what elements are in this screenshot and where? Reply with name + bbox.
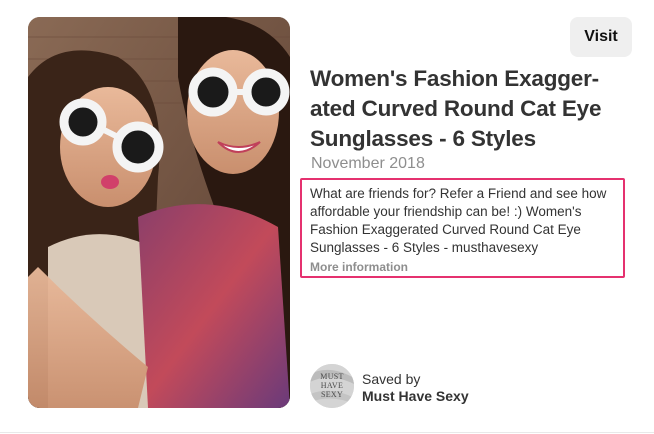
pin-description-line: What are friends for? Refer a Friend and… — [310, 186, 607, 201]
avatar-logo-line: HAVE — [320, 381, 344, 390]
pin-description: What are friends for? Refer a Friend and… — [310, 185, 630, 257]
visit-button[interactable]: Visit — [570, 17, 632, 57]
pin-title-line: Women's Fashion Exagger- — [310, 66, 599, 91]
pin-title: Women's Fashion Exagger- ated Curved Rou… — [310, 64, 630, 154]
avatar-logo-line: SEXY — [320, 390, 344, 399]
avatar[interactable]: MUST HAVE SEXY — [310, 364, 354, 408]
avatar-logo-line: MUST — [320, 372, 344, 381]
more-information-link[interactable]: More information — [310, 260, 408, 274]
bottom-divider — [0, 432, 654, 433]
pin-date: November 2018 — [311, 155, 425, 172]
avatar-logo-text: MUST HAVE SEXY — [310, 372, 354, 399]
pin-description-line: Sunglasses - 6 Styles - musthavesexy — [310, 240, 539, 255]
pin-photo-illustration — [28, 17, 290, 408]
saved-by-label: Saved by — [362, 371, 421, 387]
pin-image[interactable] — [28, 17, 290, 408]
pin-closeup-page: Visit Women's Fashion Exagger- ated Curv… — [0, 0, 654, 434]
pin-title-line: Sunglasses - 6 Styles — [310, 126, 536, 151]
saved-by-name[interactable]: Must Have Sexy — [362, 388, 469, 404]
pin-description-line: Fashion Exaggerated Curved Round Cat Eye — [310, 222, 581, 237]
pin-description-line: affordable your friendship can be! :) Wo… — [310, 204, 582, 219]
pin-title-line: ated Curved Round Cat Eye — [310, 96, 602, 121]
